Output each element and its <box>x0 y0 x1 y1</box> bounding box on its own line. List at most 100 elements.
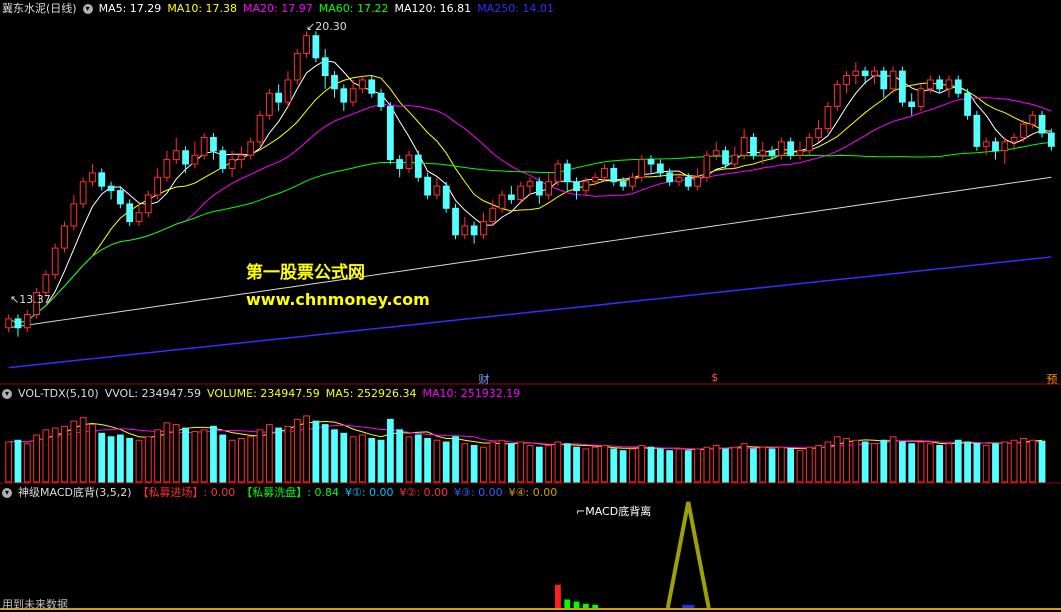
candle-body <box>42 274 50 293</box>
candle-body <box>210 136 217 152</box>
candle-body <box>731 154 739 165</box>
candle-body <box>871 70 878 77</box>
candle-body <box>601 167 608 178</box>
volume-bar <box>1001 441 1009 483</box>
candle-body <box>843 75 850 85</box>
ma120-line <box>8 176 1052 329</box>
volume-bar <box>14 439 22 483</box>
volume-bar <box>610 448 618 483</box>
volume-bar <box>70 420 78 483</box>
indicator-bar <box>555 584 561 608</box>
volume-bar <box>936 444 944 483</box>
volume-bar <box>331 429 338 483</box>
volume-bar <box>424 438 431 483</box>
volume-bar <box>759 446 767 483</box>
volume-bar <box>1020 438 1027 483</box>
volume-bar <box>228 439 236 483</box>
candle-body <box>675 176 683 183</box>
volume-bar <box>182 427 189 483</box>
volume-bar <box>647 446 655 483</box>
moving-average-lines <box>8 59 1052 369</box>
candle-body <box>116 190 124 205</box>
candle-body <box>703 154 711 178</box>
candle-body <box>359 79 366 90</box>
volume-bar <box>982 444 990 483</box>
candle-body <box>824 106 832 130</box>
candle-body <box>163 159 171 178</box>
candle-body <box>191 154 199 165</box>
candle-body <box>424 176 431 196</box>
chevron-down-icon[interactable]: ▾ <box>82 4 93 14</box>
volume-bar <box>601 444 608 483</box>
volume-bar <box>349 436 357 483</box>
volume-bar <box>656 448 664 483</box>
candle-body <box>70 203 78 227</box>
volume-bar <box>526 444 534 483</box>
chevron-down-icon[interactable]: ▾ <box>2 488 12 498</box>
indicator-bar <box>573 601 580 608</box>
volume-header: ▾ VOL-TDX(5,10) VVOL: 234947.59 VOLUME: 234… <box>2 386 532 402</box>
candle-body <box>79 181 87 205</box>
candle-body <box>917 88 925 108</box>
candle-body <box>889 70 897 90</box>
candle-body <box>647 159 655 165</box>
volume-bar <box>303 415 310 483</box>
candle-body <box>805 136 813 152</box>
volume-bar <box>684 450 692 483</box>
candle-body <box>303 35 310 54</box>
candle-body <box>750 136 757 156</box>
volume-bar <box>321 424 329 483</box>
high-price-label: ↙20.30 <box>306 20 347 33</box>
volume-bar <box>498 439 506 483</box>
candle-body <box>98 172 106 187</box>
chevron-down-icon[interactable]: ▾ <box>2 389 12 399</box>
volume-legend: VOL-TDX(5,10) VVOL: 234947.59 VOLUME: 2349… <box>18 387 526 400</box>
candle-body <box>238 154 245 161</box>
ma-legend: MA5: 17.29 MA10: 17.38 MA20: 17.97 MA60: 17… <box>99 2 560 15</box>
candle-body <box>442 185 450 209</box>
indicator-bar <box>592 604 599 608</box>
volume-bar <box>815 444 822 483</box>
volume-bar <box>917 441 925 483</box>
volume-bar <box>247 436 255 483</box>
candle-body <box>535 181 543 196</box>
candle-body <box>526 181 534 187</box>
candle-body <box>405 154 413 169</box>
volume-bar <box>731 446 739 483</box>
volume-bar <box>843 438 850 483</box>
ind-legend-item-5: ¥③: 0.00 <box>454 486 503 499</box>
event-marker-0[interactable]: 财 <box>478 371 489 387</box>
macd-divergence-label: ⌐MACD底背离 <box>576 505 652 518</box>
ma-legend-item-4: MA120: 16.81 <box>394 2 472 15</box>
vol-legend-item-3: MA5: 252926.34 <box>325 387 417 400</box>
volume-bar <box>79 417 87 483</box>
candle-body <box>172 150 180 161</box>
candle-body <box>861 70 869 77</box>
candle-body <box>554 163 562 183</box>
volume-bar <box>452 436 459 483</box>
volume-bar <box>89 424 96 483</box>
candle-body <box>126 203 134 223</box>
volume-bar <box>954 439 962 483</box>
volume-bar <box>563 443 571 483</box>
volume-bar <box>368 438 376 483</box>
volume-bar <box>899 441 906 483</box>
volume-bar <box>405 436 413 483</box>
vol-legend-item-2: VOLUME: 234947.59 <box>207 387 320 400</box>
volume-bar <box>163 422 171 483</box>
candle-body <box>144 194 152 214</box>
volume-bar <box>740 443 748 483</box>
volume-bar <box>126 438 134 483</box>
candle-body <box>89 172 96 183</box>
candle-body <box>954 79 962 94</box>
low-price-label: ↖13.37 <box>10 293 51 306</box>
event-marker-2[interactable]: 预 <box>1046 371 1057 387</box>
stock-name: 冀东水泥(日线) <box>2 2 77 15</box>
candle-body <box>14 318 22 329</box>
event-marker-1[interactable]: $ <box>711 371 718 384</box>
volume-bar <box>238 438 245 483</box>
candle-body <box>247 141 255 156</box>
volume-bar <box>796 450 804 483</box>
ma-legend-item-2: MA20: 17.97 <box>243 2 313 15</box>
candle-body <box>349 88 357 103</box>
